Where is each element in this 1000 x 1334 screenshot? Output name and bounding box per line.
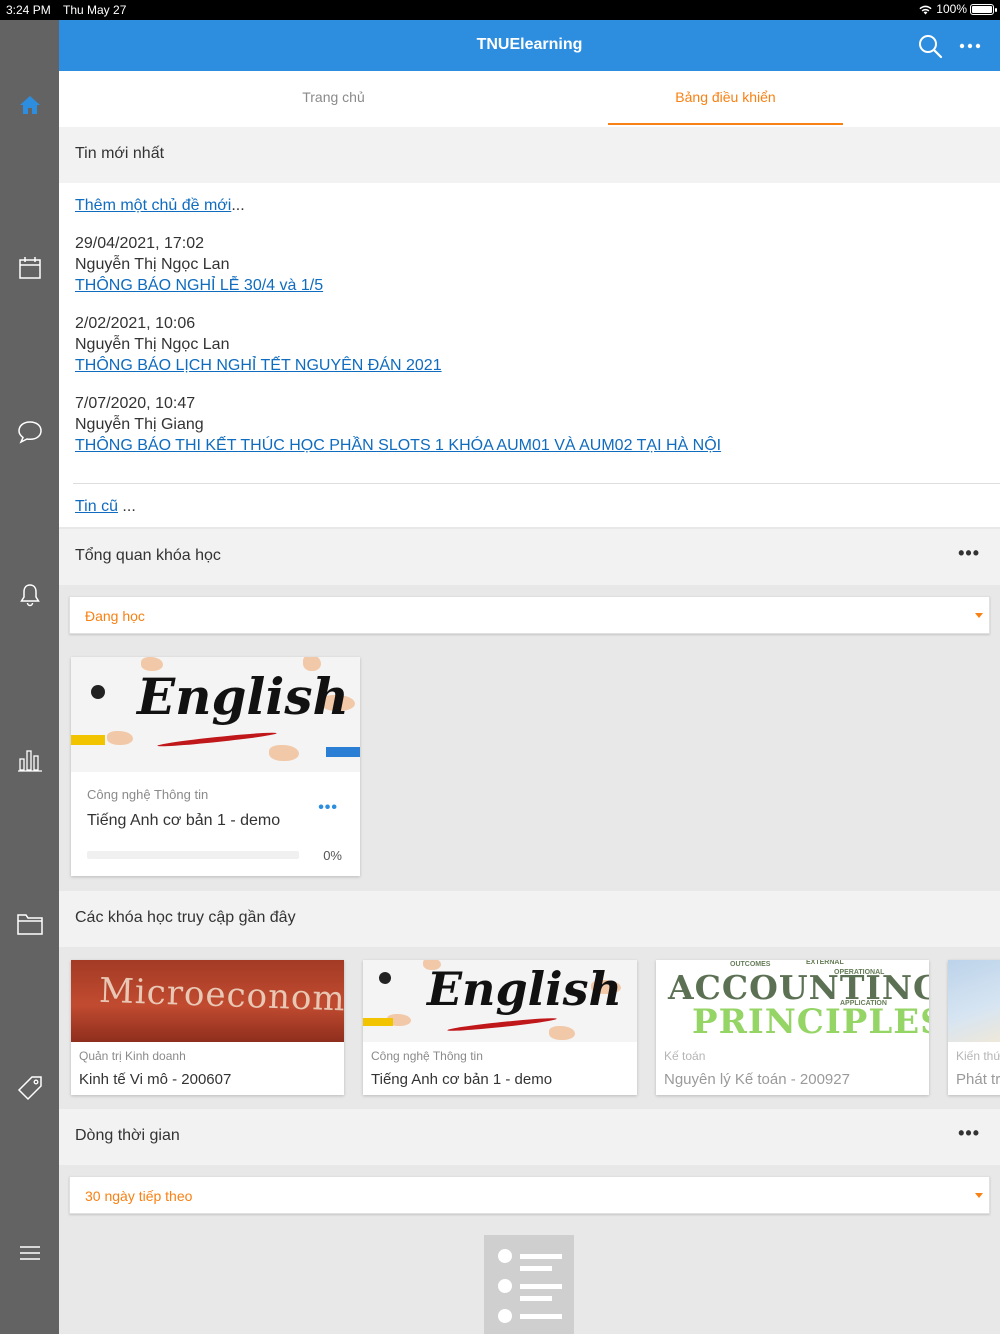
course-image-text: English <box>427 962 622 1016</box>
course-image: English <box>363 960 637 1042</box>
course-progress-bar <box>87 851 299 859</box>
course-category: Kiến thứ <box>956 1049 1000 1063</box>
sidebar-item-notifications[interactable] <box>0 565 59 625</box>
calendar-icon <box>18 257 41 279</box>
overview-filter-select[interactable]: Đang học <box>69 596 990 634</box>
post-author: Nguyễn Thị Giang <box>75 416 204 433</box>
dashboard-content: Tin mới nhất Thêm một chủ đề mới... 29/0… <box>59 127 1000 1334</box>
status-date: Thu May 27 <box>63 3 127 17</box>
timeline-header: Dòng thời gian ••• <box>59 1109 1000 1165</box>
overview-header: Tổng quan khóa học ••• <box>59 529 1000 585</box>
status-bar: 3:24 PM Thu May 27 100% <box>0 0 1000 20</box>
sidebar-item-grades[interactable] <box>0 730 59 790</box>
overview-title: Tổng quan khóa học <box>75 547 221 564</box>
post-author: Nguyễn Thị Ngọc Lan <box>75 336 230 353</box>
overview-more-button[interactable]: ••• <box>958 543 980 564</box>
chevron-down-icon <box>975 1193 983 1198</box>
course-name: Kinh tế Vi mô - 200607 <box>79 1071 232 1088</box>
course-progress-label: 0% <box>323 848 342 863</box>
course-name: Tiếng Anh cơ bản 1 - demo <box>371 1071 553 1088</box>
app-header: TNUElearning <box>59 20 1000 71</box>
battery-percent: 100% <box>936 2 967 16</box>
post-subject-link[interactable]: THÔNG BÁO NGHỈ LỄ 30/4 và 1/5 <box>75 277 323 294</box>
course-image <box>948 960 1000 1042</box>
course-category: Quản trị Kinh doanh <box>79 1049 186 1063</box>
course-image: OUTCOMES EXTERNAL OPERATIONAL ACCOUNTING… <box>656 960 929 1042</box>
older-news-ellipsis: ... <box>117 498 136 515</box>
course-name[interactable]: Tiếng Anh cơ bản 1 - demo <box>87 812 280 830</box>
recent-course-card[interactable]: Microeconomics Quản trị Kinh doanh Kinh … <box>71 960 344 1095</box>
older-news-link[interactable]: Tin cũ <box>75 498 118 515</box>
course-more-button[interactable]: ••• <box>318 799 338 817</box>
timeline-more-button[interactable]: ••• <box>958 1123 980 1144</box>
messages-icon <box>17 421 42 444</box>
sidebar-item-calendar[interactable] <box>0 238 59 298</box>
recent-course-card[interactable]: OUTCOMES EXTERNAL OPERATIONAL ACCOUNTING… <box>656 960 929 1095</box>
sidebar <box>0 20 59 1334</box>
status-time: 3:24 PM <box>6 3 51 17</box>
menu-icon <box>19 1246 40 1260</box>
course-image: English <box>71 657 360 772</box>
sidebar-item-tag[interactable] <box>0 1058 59 1118</box>
course-category: Công nghệ Thông tin <box>87 787 209 802</box>
add-topic-link[interactable]: Thêm một chủ đề mới <box>75 197 231 214</box>
status-right: 100% <box>918 2 997 16</box>
sidebar-item-files[interactable] <box>0 894 59 954</box>
news-post: 7/07/2020, 10:47 Nguyễn Thị Giang THÔNG … <box>75 393 721 456</box>
tab-home[interactable]: Trang chủ <box>216 71 451 125</box>
course-category: Kế toán <box>664 1049 706 1063</box>
files-icon <box>16 914 43 935</box>
recent-course-card[interactable]: English Công nghệ Thông tin Tiếng Anh cơ… <box>363 960 637 1095</box>
tab-dashboard[interactable]: Bảng điều khiển <box>608 71 843 125</box>
post-author: Nguyễn Thị Ngọc Lan <box>75 256 230 273</box>
app-title: TNUElearning <box>476 36 583 53</box>
news-title: Tin mới nhất <box>75 145 165 162</box>
course-card[interactable]: English Công nghệ Thông tin Tiếng Anh cơ… <box>71 657 360 876</box>
post-subject-link[interactable]: THÔNG BÁO THI KẾT THÚC HỌC PHẦN SLOTS 1 … <box>75 437 721 454</box>
add-topic-ellipsis: ... <box>231 197 245 214</box>
course-name: Phát tr <box>956 1071 1000 1088</box>
wifi-icon <box>919 5 932 14</box>
news-post: 29/04/2021, 17:02 Nguyễn Thị Ngọc Lan TH… <box>75 233 323 296</box>
course-image: Microeconomics <box>71 960 344 1042</box>
recent-header: Các khóa học truy cập gần đây <box>59 891 1000 947</box>
news-post: 2/02/2021, 10:06 Nguyễn Thị Ngọc Lan THÔ… <box>75 313 442 376</box>
search-button[interactable] <box>914 30 946 62</box>
post-date: 2/02/2021, 10:06 <box>75 315 196 332</box>
tag-icon <box>17 1076 42 1101</box>
sidebar-item-home[interactable] <box>0 75 59 135</box>
course-category: Công nghệ Thông tin <box>371 1049 483 1063</box>
header-more-button[interactable] <box>954 30 986 62</box>
search-icon <box>919 35 943 59</box>
course-image-text: Microeconomics <box>98 970 344 1022</box>
sidebar-item-menu[interactable] <box>0 1223 59 1283</box>
empty-timeline-icon <box>484 1235 574 1334</box>
course-image-text: English <box>137 667 349 726</box>
battery-icon <box>970 3 997 15</box>
news-header: Tin mới nhất <box>59 127 1000 183</box>
overview-filter-value: Đang học <box>85 608 145 624</box>
recent-course-card[interactable]: Kiến thứ Phát tr <box>948 960 1000 1095</box>
news-divider <box>73 483 1000 484</box>
older-news-row: Tin cũ ... <box>75 496 136 517</box>
chevron-down-icon <box>975 613 983 618</box>
grades-icon <box>17 750 42 772</box>
recent-title: Các khóa học truy cập gần đây <box>75 909 296 926</box>
add-topic-row: Thêm một chủ đề mới... <box>75 195 245 216</box>
timeline-title: Dòng thời gian <box>75 1127 180 1144</box>
timeline-filter-value: 30 ngày tiếp theo <box>85 1188 193 1204</box>
post-subject-link[interactable]: THÔNG BÁO LỊCH NGHỈ TẾT NGUYÊN ĐÁN 2021 <box>75 357 442 374</box>
post-date: 7/07/2020, 10:47 <box>75 395 196 412</box>
tab-bar: Trang chủ Bảng điều khiển <box>59 71 1000 127</box>
home-icon <box>19 96 40 114</box>
post-date: 29/04/2021, 17:02 <box>75 235 205 252</box>
more-icon <box>959 43 981 49</box>
sidebar-item-messages[interactable] <box>0 402 59 462</box>
notifications-icon <box>19 584 40 607</box>
timeline-filter-select[interactable]: 30 ngày tiếp theo <box>69 1176 990 1214</box>
course-name: Nguyên lý Kế toán - 200927 <box>664 1071 850 1088</box>
news-block: Thêm một chủ đề mới... 29/04/2021, 17:02… <box>59 183 1000 527</box>
